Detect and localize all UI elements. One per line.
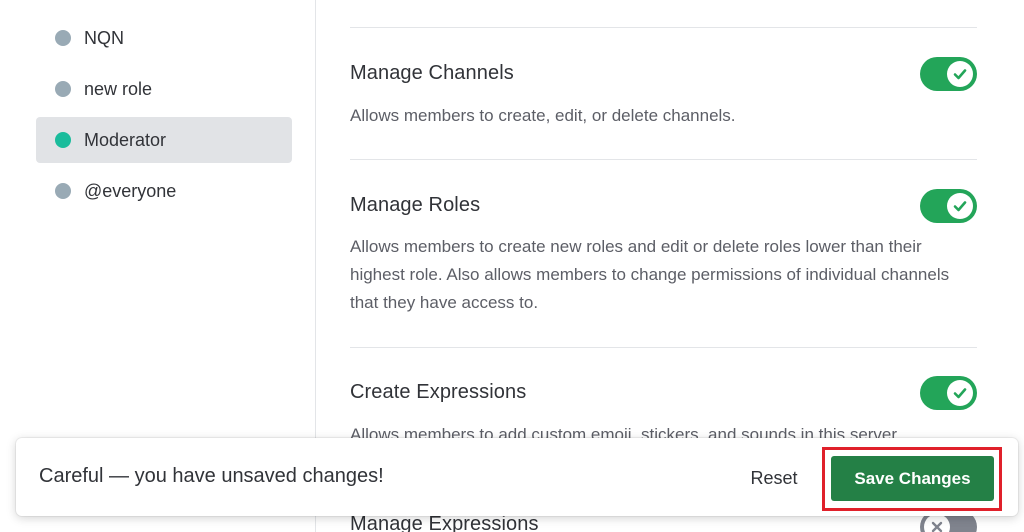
divider	[350, 347, 977, 348]
role-name: new role	[84, 78, 153, 99]
permission-title-manage-channels: Manage Channels	[350, 62, 514, 84]
toggle-knob	[947, 380, 973, 406]
role-color-dot	[55, 183, 71, 199]
check-icon	[953, 69, 967, 80]
divider	[350, 159, 977, 160]
toggle-manage-channels[interactable]	[920, 57, 977, 91]
toggle-knob	[924, 514, 950, 532]
role-item-new-role[interactable]: new role	[36, 66, 292, 112]
role-color-dot	[55, 132, 71, 148]
role-item-moderator[interactable]: Moderator	[36, 117, 292, 163]
role-name: Moderator	[84, 129, 167, 150]
role-item-nqn[interactable]: NQN	[36, 15, 292, 61]
toggle-create-expressions[interactable]	[920, 376, 977, 410]
permission-title-manage-roles: Manage Roles	[350, 194, 481, 216]
role-color-dot	[55, 30, 71, 46]
toggle-knob	[947, 193, 973, 219]
permission-description-manage-roles: Allows members to create new roles and e…	[350, 237, 950, 312]
check-icon	[953, 388, 967, 399]
toggle-knob	[947, 61, 973, 87]
role-item-everyone[interactable]: @everyone	[36, 168, 292, 214]
x-icon	[931, 521, 943, 532]
permission-title-create-expressions: Create Expressions	[350, 381, 527, 403]
permission-description-manage-channels: Allows members to create, edit, or delet…	[350, 106, 736, 125]
unsaved-changes-bar: Careful — you have unsaved changes! Rese…	[16, 438, 1018, 516]
toggle-manage-roles[interactable]	[920, 189, 977, 223]
save-changes-button[interactable]: Save Changes	[831, 456, 994, 501]
role-name: NQN	[84, 27, 124, 48]
check-icon	[953, 201, 967, 212]
role-name: @everyone	[84, 180, 177, 201]
divider	[350, 27, 977, 28]
reset-button[interactable]: Reset	[736, 460, 812, 496]
unsaved-changes-message: Careful — you have unsaved changes!	[39, 465, 384, 487]
role-color-dot	[55, 81, 71, 97]
